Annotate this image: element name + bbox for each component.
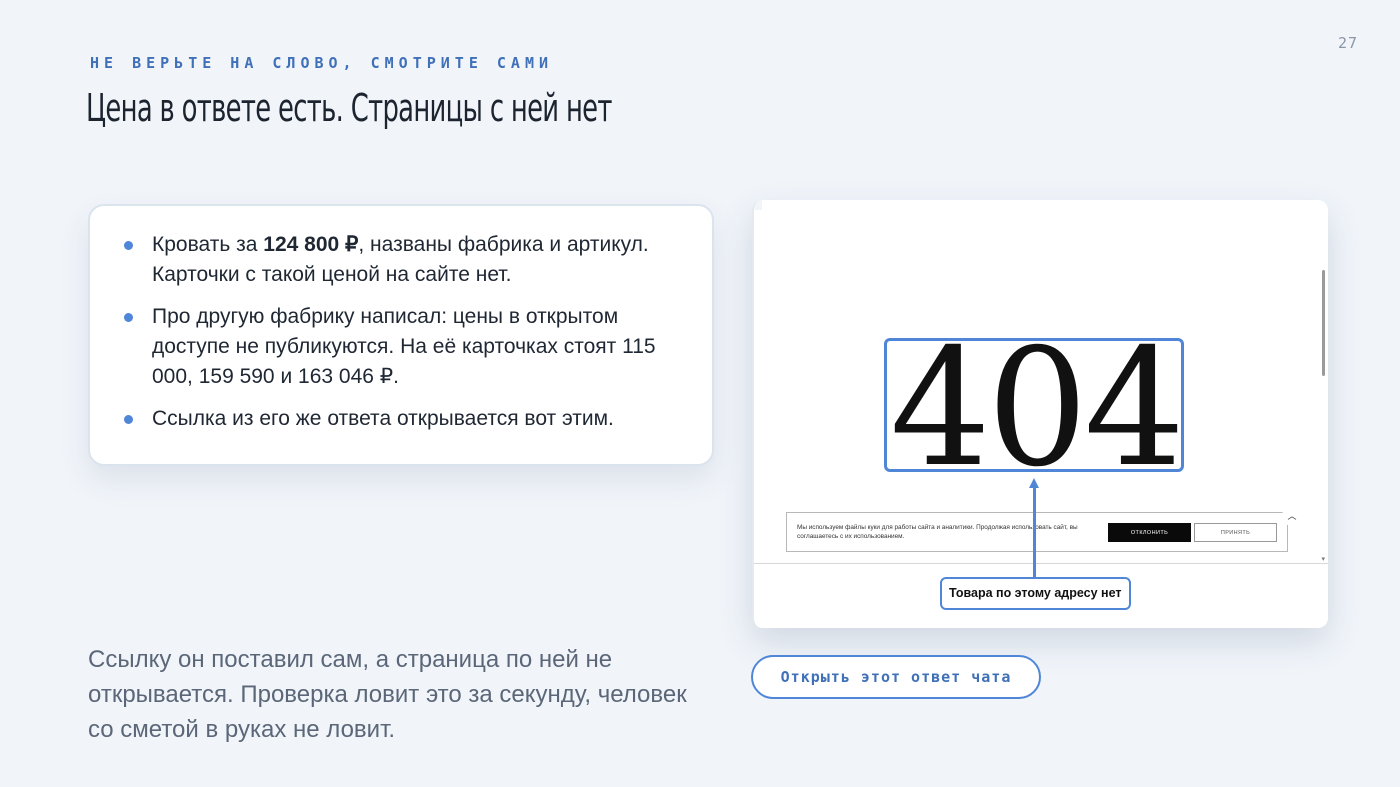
bullet-link-text: Ссылка из его же ответа открывается вот … bbox=[152, 407, 614, 430]
bullet-dot bbox=[124, 241, 133, 250]
summary-text: Ссылку он поставил сам, а страница по не… bbox=[88, 646, 687, 743]
arrow-up-icon bbox=[1029, 478, 1039, 488]
bullet-price-amount: 124 800 ₽ bbox=[263, 233, 359, 256]
cookie-text: Мы используем файлы куки для работы сайт… bbox=[797, 524, 1078, 540]
error-code: 404 bbox=[889, 315, 1185, 503]
bullet-other-factory: Про другую фабрику написал: цены в откры… bbox=[124, 302, 684, 392]
divider bbox=[754, 563, 1328, 564]
connector-line bbox=[1033, 486, 1036, 578]
bullet-link: Ссылка из его же ответа открывается вот … bbox=[124, 404, 684, 434]
open-chat-answer-button[interactable]: Открыть этот ответ чата bbox=[751, 655, 1041, 699]
error-page-screenshot: ▾ 404 Мы используем файлы куки для работ… bbox=[752, 200, 1328, 628]
scrollbar-thumb[interactable] bbox=[1322, 270, 1325, 376]
findings-list: Кровать за 124 800 ₽, названы фабрика и … bbox=[124, 230, 684, 434]
accept-cookies-button[interactable]: ПРИНЯТЬ bbox=[1194, 523, 1277, 542]
eyebrow-label: НЕ ВЕРЬТЕ НА СЛОВО, СМОТРИТЕ САМИ bbox=[90, 54, 554, 72]
bullet-dot bbox=[124, 313, 133, 322]
decline-cookies-button[interactable]: ОТКЛОНИТЬ bbox=[1108, 523, 1191, 542]
cookie-banner: Мы используем файлы куки для работы сайт… bbox=[786, 512, 1288, 552]
bullet-other-factory-text: Про другую фабрику написал: цены в откры… bbox=[152, 305, 656, 388]
scroll-down-icon[interactable]: ▾ bbox=[1321, 556, 1325, 563]
callout-label: Товара по этому адресу нет bbox=[940, 577, 1131, 610]
slide-title: Цена в ответе есть. Страницы с ней нет bbox=[86, 86, 612, 130]
bullet-price-text-before: Кровать за bbox=[152, 233, 264, 256]
page-number: 27 bbox=[1337, 34, 1358, 52]
bullet-dot bbox=[124, 415, 133, 424]
screenshot-crop-edge bbox=[754, 200, 762, 210]
chevron-up-icon[interactable]: ︿ bbox=[1282, 506, 1302, 526]
findings-card: Кровать за 124 800 ₽, названы фабрика и … bbox=[88, 204, 714, 466]
bullet-price: Кровать за 124 800 ₽, названы фабрика и … bbox=[124, 230, 684, 290]
error-code-highlight: 404 bbox=[884, 319, 1185, 499]
